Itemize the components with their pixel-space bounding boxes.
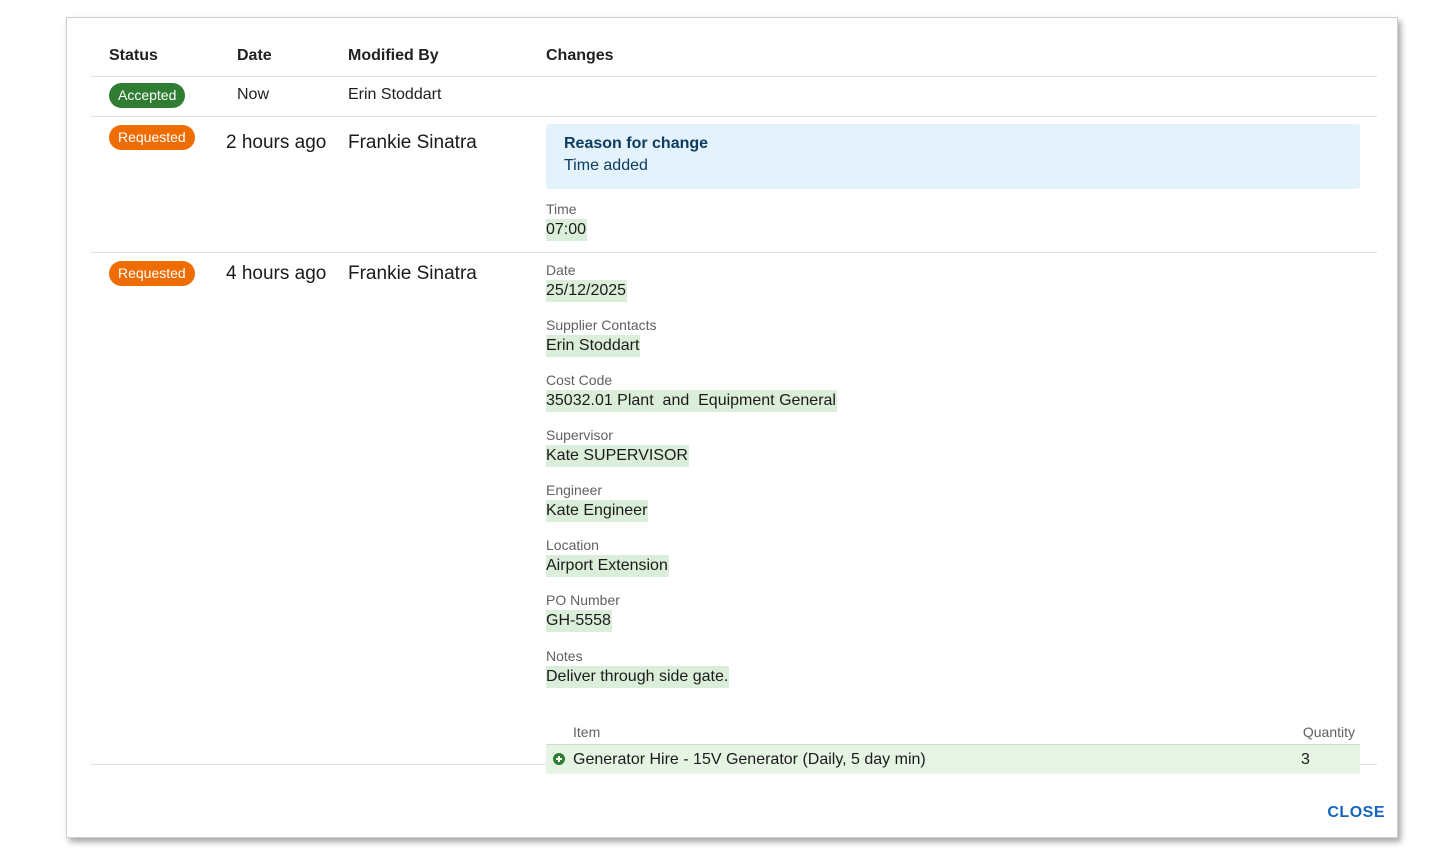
- items-table: Item Quantity Generator Hire - 15V Gener…: [546, 718, 1360, 774]
- field-value: Airport Extension: [546, 555, 669, 577]
- row-date: 2 hours ago: [226, 132, 327, 153]
- changed-field-notes: Notes Deliver through side gate.: [546, 648, 730, 688]
- items-table-row: Generator Hire - 15V Generator (Daily, 5…: [546, 745, 1360, 774]
- field-value: 07:00: [546, 219, 588, 241]
- table-row: Accepted Now Erin Stoddart: [91, 76, 1377, 117]
- changed-field-cost-code: Cost Code 35032.01 Plant and Equipment G…: [546, 372, 837, 412]
- row-modified-by: Frankie Sinatra: [348, 132, 477, 153]
- changed-field-supervisor: Supervisor Kate SUPERVISOR: [546, 427, 689, 467]
- field-value: GH-5558: [546, 610, 612, 632]
- status-badge: Requested: [109, 261, 195, 286]
- field-label: PO Number: [546, 592, 620, 608]
- changed-field-po-number: PO Number GH-5558: [546, 592, 620, 632]
- item-name: Generator Hire - 15V Generator (Daily, 5…: [573, 751, 926, 768]
- field-value: 35032.01 Plant and Equipment General: [546, 390, 837, 412]
- field-value: 25/12/2025: [546, 280, 628, 302]
- header-changes: Changes: [546, 47, 614, 64]
- row-date: 4 hours ago: [226, 263, 327, 284]
- changed-field-date: Date 25/12/2025: [546, 262, 628, 302]
- row-modified-by: Frankie Sinatra: [348, 263, 477, 284]
- field-value: Kate SUPERVISOR: [546, 445, 689, 467]
- row-date: Now: [237, 86, 270, 103]
- row-modified-by: Erin Stoddart: [348, 86, 442, 103]
- changed-field-supplier-contacts: Supplier Contacts Erin Stoddart: [546, 317, 657, 357]
- field-value: Erin Stoddart: [546, 335, 641, 357]
- items-table-header: Item Quantity: [546, 718, 1360, 745]
- table-header: Status Date Modified By Changes: [91, 18, 1377, 77]
- item-quantity: 3: [1301, 751, 1310, 768]
- header-status: Status: [109, 47, 158, 64]
- items-header-item: Item: [573, 724, 601, 740]
- field-label: Engineer: [546, 482, 603, 498]
- field-value: Deliver through side gate.: [546, 666, 730, 688]
- changed-field-engineer: Engineer Kate Engineer: [546, 482, 649, 522]
- changed-field-time: Time 07:00: [546, 201, 588, 241]
- field-label: Cost Code: [546, 372, 613, 388]
- header-modified-by: Modified By: [348, 47, 439, 64]
- table-row: Requested 2 hours ago Frankie Sinatra Re…: [91, 117, 1377, 253]
- status-badge: Requested: [109, 125, 195, 150]
- header-date: Date: [237, 47, 272, 64]
- reason-title: Reason for change: [564, 135, 709, 152]
- items-header-quantity: Quantity: [1302, 724, 1355, 740]
- field-label: Location: [546, 537, 599, 553]
- reason-for-change-box: Reason for change Time added: [546, 124, 1360, 189]
- changed-field-location: Location Airport Extension: [546, 537, 669, 577]
- plus-circle-icon: [553, 753, 565, 765]
- reason-text: Time added: [564, 157, 648, 174]
- field-label: Notes: [546, 648, 583, 664]
- table-row: Requested 4 hours ago Frankie Sinatra Da…: [91, 253, 1377, 774]
- field-label: Date: [546, 262, 576, 278]
- field-label: Supplier Contacts: [546, 317, 657, 333]
- status-badge: Accepted: [109, 83, 186, 108]
- field-label: Time: [546, 201, 577, 217]
- field-label: Supervisor: [546, 427, 613, 443]
- change-history-dialog: Status Date Modified By Changes Accepted…: [66, 17, 1398, 838]
- close-button[interactable]: CLOSE: [1327, 804, 1385, 822]
- field-value: Kate Engineer: [546, 500, 649, 522]
